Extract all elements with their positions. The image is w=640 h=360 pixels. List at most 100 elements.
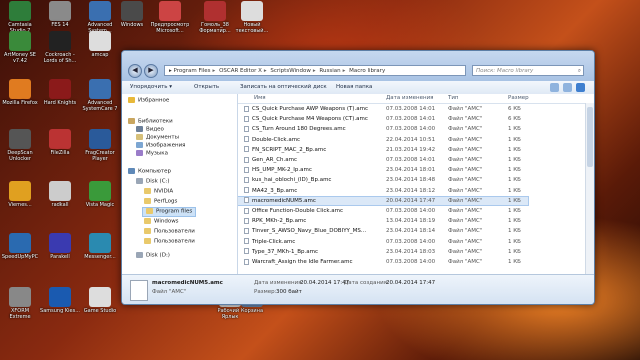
app-icon <box>204 1 226 21</box>
search-input[interactable]: Поиск: Macro library ⌕ <box>472 65 584 76</box>
desktop-icon[interactable]: Windows <box>112 1 152 28</box>
file-row[interactable]: CS_Quick Purchase M4 Weapons (CT).amc 07.… <box>238 115 528 123</box>
drive-icon <box>136 178 143 184</box>
app-icon <box>49 31 71 51</box>
burn-button[interactable]: Записать на оптический диск <box>240 81 327 94</box>
preview-pane-icon[interactable] <box>563 83 572 92</box>
app-icon <box>9 31 31 51</box>
file-row[interactable]: Triple-Click.amc 07.03.2008 14:00 Файл "AM… <box>238 238 528 246</box>
desktop-icon[interactable]: Advanced SystemCare 7 <box>80 79 120 112</box>
help-icon[interactable] <box>576 83 585 92</box>
amc-file-icon <box>244 115 249 122</box>
scrollbar-thumb[interactable] <box>587 107 593 167</box>
nav-documents[interactable]: Документы <box>136 134 179 142</box>
desktop-icon-label: radkall <box>51 202 69 208</box>
address-part[interactable]: Program Files <box>174 68 211 74</box>
desktop-icon-label: Новый текстовый... <box>235 22 269 34</box>
vertical-scrollbar[interactable] <box>585 103 594 274</box>
file-name-cell: RPK_MKh-2_Bp.amc <box>244 217 382 225</box>
file-size-cell: 1 КБ <box>508 248 521 255</box>
file-name-cell: Office Function-Double Click.amc <box>244 207 382 215</box>
address-part[interactable]: ScriptsWindow <box>270 68 311 74</box>
address-part[interactable]: Russian <box>319 68 340 74</box>
file-row[interactable]: RPK_MKh-2_Bp.amc 13.04.2014 18:19 Файл "AM… <box>238 217 528 225</box>
nav-video[interactable]: Видео <box>136 126 164 134</box>
desktop-icon[interactable]: XFORM Extreme <box>0 287 40 320</box>
address-part[interactable]: OSCAR Editor X <box>219 68 262 74</box>
desktop-icon-label: Предпросмотр Microsoft... <box>150 22 190 34</box>
desktop-icon[interactable]: FragCreator Player <box>80 129 120 162</box>
view-options-icon[interactable] <box>550 83 559 92</box>
file-row[interactable]: MA42_3_Bp.amc 23.04.2014 18:12 Файл "AMC" 1… <box>238 187 528 195</box>
file-row[interactable]: Office Function-Double Click.amc 07.03.20… <box>238 207 528 215</box>
address-bar[interactable]: ▸ Program Files ▸ OSCAR Editor X ▸ Scripts… <box>164 65 466 76</box>
nav-folder[interactable]: PerfLogs <box>144 198 177 206</box>
nav-folder[interactable]: NVIDIA <box>144 188 173 196</box>
file-row[interactable]: Warcraft_Assign the Idle Farmer.amc 07.03… <box>238 258 528 266</box>
nav-folder-selected[interactable]: Program files <box>142 207 197 217</box>
file-row[interactable]: HS_UMP_MK-2_Ip.amc 23.04.2014 18:01 Файл "… <box>238 166 528 174</box>
drive-icon <box>136 252 143 258</box>
desktop-icon[interactable]: ArtMoney SE v7.42 <box>0 31 40 64</box>
desktop-icon[interactable]: Cockroach - Lords of Sh... <box>40 31 80 64</box>
file-row[interactable]: CS_Turn Around 180 Degrees.amc 07.03.2008… <box>238 125 528 133</box>
desktop-icon[interactable]: SpeedUpMyPC <box>0 233 40 260</box>
desktop-icon[interactable]: DeepScan Unlocker <box>0 129 40 162</box>
new-folder-button[interactable]: Новая папка <box>336 81 372 94</box>
column-name[interactable]: Имя <box>254 95 266 101</box>
nav-folder[interactable]: Пользователи <box>144 238 195 246</box>
amc-file-icon <box>244 146 249 153</box>
desktop-icon-label: XFORM Extreme <box>9 308 31 320</box>
file-row[interactable]: kus_hai_oblochi_(ID)_Bp.amc 23.04.2014 18… <box>238 176 528 184</box>
column-date[interactable]: Дата изменения <box>386 95 433 101</box>
navigation-pane: Избранное Библиотеки Видео Документы Изо… <box>122 94 238 274</box>
desktop-icon[interactable]: Parakell <box>40 233 80 260</box>
nav-libraries[interactable]: Библиотеки <box>128 118 173 126</box>
column-type[interactable]: Тип <box>448 95 459 101</box>
desktop-icon[interactable]: Предпросмотр Microsoft... <box>150 1 190 34</box>
app-icon <box>89 233 111 253</box>
desktop-icon[interactable]: Camtasia Studio 7 <box>0 1 40 34</box>
desktop-icon[interactable]: Mozilla Firefox <box>0 79 40 106</box>
file-row[interactable]: Tinver_S_AWSO_Navy_Blue_DOBIYY_MS... 23.0… <box>238 227 528 235</box>
file-row[interactable]: Double-Click.amc 22.04.2014 10:51 Файл "AM… <box>238 136 528 144</box>
desktop-icon[interactable]: Гомоль_38 Форматир... <box>195 1 235 34</box>
desktop-icon[interactable]: Vista Magic <box>80 181 120 208</box>
nav-images[interactable]: Изображения <box>136 142 185 150</box>
desktop-icon[interactable]: Hard Knights <box>40 79 80 106</box>
file-row[interactable]: Type_37_MKh-1_Bp.amc 23.04.2014 18:03 Файл… <box>238 248 528 256</box>
file-size-cell: 1 КБ <box>508 208 521 214</box>
column-size[interactable]: Размер <box>508 95 529 101</box>
file-row[interactable]: Gen_AR_Ch.amc 07.03.2008 14:01 Файл "AMC" 1… <box>238 156 528 164</box>
open-button[interactable]: Открыть <box>194 81 219 94</box>
nav-favorites[interactable]: Избранное <box>128 97 169 105</box>
desktop-icon[interactable]: radkall <box>40 181 80 208</box>
nav-music[interactable]: Музыка <box>136 150 168 158</box>
address-part[interactable]: Macro library <box>349 68 385 74</box>
file-row[interactable]: CS_Quick Purchase AWP Weapons (T).amc 07.… <box>238 105 528 113</box>
desktop-icon[interactable]: FES 14 <box>40 1 80 28</box>
file-row[interactable]: FN_SCRIPT_MAC_2_Bp.amc 21.03.2014 19:42 Фа… <box>238 146 528 154</box>
nav-folder[interactable]: Пользователи <box>144 228 195 236</box>
amc-file-icon <box>244 166 249 173</box>
nav-folder[interactable]: Windows <box>144 218 179 226</box>
nav-computer[interactable]: Компьютер <box>128 168 171 176</box>
desktop-icon[interactable]: amcap <box>80 31 120 58</box>
desktop-icon[interactable]: Новый текстовый... <box>232 1 272 34</box>
file-size-cell: 1 КБ <box>508 197 521 204</box>
back-arrow-icon[interactable]: ◀ <box>128 64 142 78</box>
nav-disk-d[interactable]: Disk (D:) <box>136 252 170 260</box>
desktop-icon[interactable]: Game Studio <box>80 287 120 314</box>
documents-icon <box>136 134 143 140</box>
desktop-icon[interactable]: Samsung Kies... <box>40 287 80 314</box>
file-name-cell: CS_Turn Around 180 Degrees.amc <box>244 125 382 133</box>
explorer-window[interactable]: ◀ ▶ ▸ Program Files ▸ OSCAR Editor X ▸ Scr… <box>121 50 595 305</box>
forward-arrow-icon[interactable]: ▶ <box>144 64 158 78</box>
desktop-icon[interactable]: FileZilla <box>40 129 80 156</box>
desktop-icon[interactable]: Messenger... <box>80 233 120 260</box>
file-row[interactable]: macromedicNUM5.amc 20.04.2014 17:47 Файл "… <box>238 195 529 206</box>
organize-button[interactable]: Упорядочить ▾ <box>130 81 172 94</box>
desktop-icon[interactable]: Viernes... <box>0 181 40 208</box>
nav-disk-c[interactable]: Disk (C:) <box>136 178 170 186</box>
file-type-cell: Файл "AMC" <box>448 167 483 174</box>
